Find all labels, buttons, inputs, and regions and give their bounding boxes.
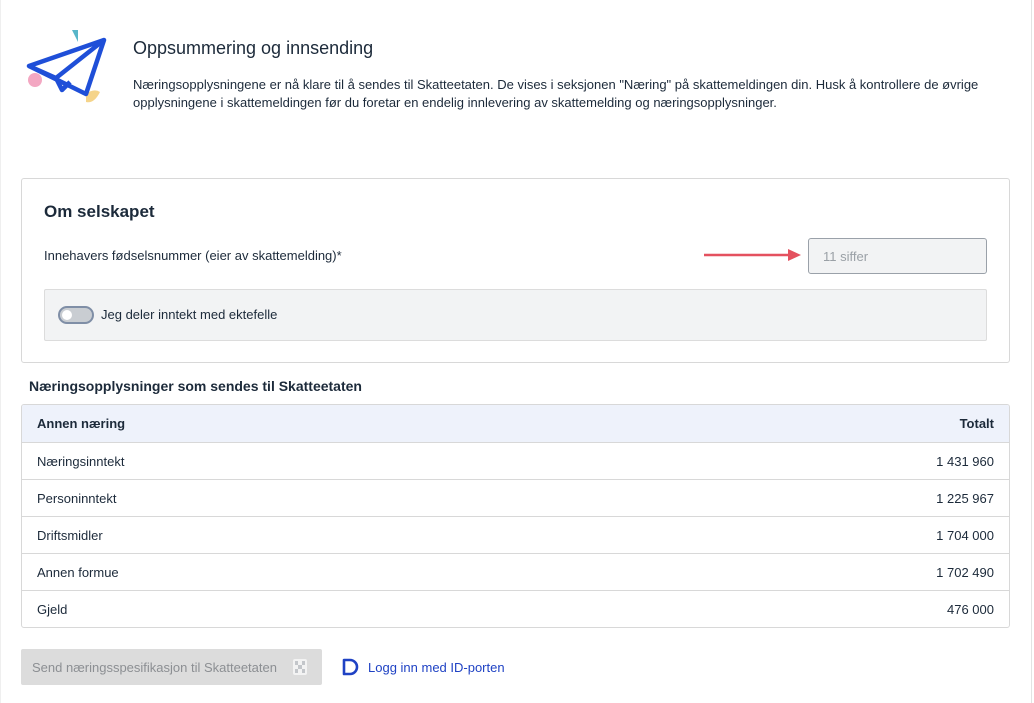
row-label: Driftsmidler [37,528,103,543]
summary-title: Næringsopplysninger som sendes til Skatt… [29,378,362,394]
idporten-login-link[interactable]: Logg inn med ID-porten [341,657,505,677]
row-value: 1 702 490 [936,565,994,580]
row-value: 1 225 967 [936,491,994,506]
toggle-knob [62,310,72,320]
spouse-income-label: Jeg deler inntekt med ektefelle [101,307,278,322]
ssn-label: Innehavers fødselsnummer (eier av skatte… [44,248,342,263]
page-title: Oppsummering og innsending [133,38,374,58]
table-header: Annen næring Totalt [22,405,1009,442]
ssn-input[interactable] [808,238,987,274]
idporten-login-label: Logg inn med ID-porten [368,659,505,675]
table-row: Gjeld 476 000 [22,590,1009,627]
spouse-income-toggle-row: Jeg deler inntekt med ektefelle [44,289,987,341]
arrow-right-icon [704,249,801,261]
table-row: Annen formue 1 702 490 [22,553,1009,590]
row-label: Annen formue [37,565,119,580]
paper-plane-logo [26,30,107,103]
row-label: Gjeld [37,602,68,617]
spouse-income-toggle[interactable] [58,306,94,324]
table-row: Driftsmidler 1 704 000 [22,516,1009,553]
row-label: Personinntekt [37,491,117,506]
row-value: 1 704 000 [936,528,994,543]
row-value: 476 000 [947,602,994,617]
summary-table: Annen næring Totalt Næringsinntekt 1 431… [21,404,1010,628]
row-label: Næringsinntekt [37,454,125,469]
table-row: Personinntekt 1 225 967 [22,479,1009,516]
company-card: Om selskapet Innehavers fødselsnummer (e… [21,178,1010,363]
column-header-total: Totalt [959,416,994,431]
table-row: Næringsinntekt 1 431 960 [22,442,1009,479]
idporten-icon [342,658,359,676]
column-header-category: Annen næring [37,416,126,431]
page-description: Næringsopplysningene er nå klare til å s… [133,77,979,110]
send-button[interactable]: Send næringsspesifikasjon til Skatteetat… [21,649,322,685]
row-value: 1 431 960 [936,454,994,469]
send-lock-icon [293,659,307,675]
send-button-label: Send næringsspesifikasjon til Skatteetat… [32,659,277,675]
company-title: Om selskapet [44,202,155,221]
